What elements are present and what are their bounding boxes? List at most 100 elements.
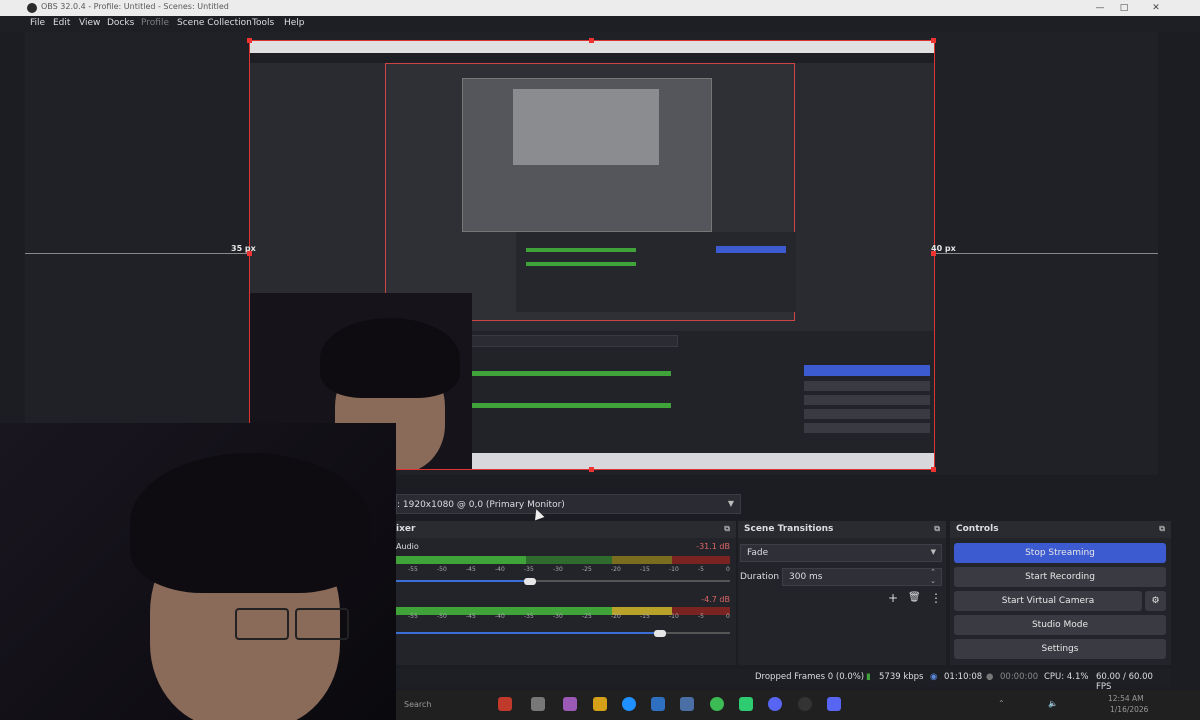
folder-icon[interactable] bbox=[593, 697, 607, 711]
resize-handle[interactable] bbox=[931, 38, 936, 43]
right-margin-label: 40 px bbox=[931, 244, 956, 253]
maximize-button[interactable]: □ bbox=[1110, 0, 1138, 16]
status-bar: Dropped Frames 0 (0.0%) ▮ 5739 kbps ◉ 01… bbox=[396, 669, 1171, 692]
menu-scene-collection[interactable]: Scene Collection bbox=[177, 18, 252, 28]
app-icon[interactable] bbox=[827, 697, 841, 711]
scene-transitions-dock: Scene Transitions ⧉ Fade ▼ Duration 300 … bbox=[738, 521, 946, 665]
tray-chevron-icon[interactable]: ⌃ bbox=[998, 699, 1005, 708]
spin-down-icon[interactable]: ⌄ bbox=[930, 577, 936, 585]
discord-icon[interactable] bbox=[768, 697, 782, 711]
stream-time: 01:10:08 bbox=[944, 672, 983, 682]
menu-help[interactable]: Help bbox=[284, 18, 305, 28]
resize-handle[interactable] bbox=[589, 38, 594, 43]
display-source-select[interactable]: : 1920x1080 @ 0,0 (Primary Monitor) ▼ bbox=[396, 494, 741, 514]
audio-mixer-title: ixer bbox=[396, 524, 416, 534]
scene-transitions-title: Scene Transitions bbox=[744, 524, 834, 534]
duration-spinbox[interactable]: 300 ms ⌃ ⌄ bbox=[782, 568, 942, 586]
title-bar: OBS 32.0.4 - Profile: Untitled - Scenes:… bbox=[0, 0, 1200, 16]
channel-db: -31.1 dB bbox=[696, 542, 730, 551]
nested-preview-deep bbox=[513, 89, 659, 165]
menu-edit[interactable]: Edit bbox=[53, 18, 70, 28]
volume-slider[interactable] bbox=[396, 580, 530, 582]
menu-profile[interactable]: Profile bbox=[141, 18, 169, 28]
left-margin-label: 35 px bbox=[231, 244, 256, 253]
edge-icon[interactable] bbox=[622, 697, 636, 711]
spin-up-icon[interactable]: ⌃ bbox=[930, 568, 936, 576]
resize-handle[interactable] bbox=[589, 467, 594, 472]
taskbar-search[interactable]: Search bbox=[404, 700, 431, 709]
stop-streaming-button[interactable]: Stop Streaming bbox=[954, 543, 1166, 563]
duration-label: Duration bbox=[740, 572, 780, 582]
fps: 60.00 / 60.00 FPS bbox=[1096, 672, 1153, 692]
undock-icon[interactable]: ⧉ bbox=[1159, 524, 1165, 534]
margin-line-right bbox=[936, 253, 1158, 254]
record-icon: ● bbox=[986, 672, 994, 682]
channel-name: Audio bbox=[396, 542, 419, 551]
controls-header: Controls ⧉ bbox=[950, 521, 1171, 538]
menu-tools[interactable]: Tools bbox=[252, 18, 274, 28]
webcam-overlay bbox=[0, 423, 396, 720]
transition-value: Fade bbox=[747, 548, 769, 558]
settings-button[interactable]: Settings bbox=[954, 639, 1166, 659]
volume-slider-knob[interactable] bbox=[654, 630, 666, 637]
duration-value: 300 ms bbox=[789, 572, 823, 582]
close-button[interactable]: ✕ bbox=[1142, 0, 1170, 16]
chrome-icon[interactable] bbox=[710, 697, 724, 711]
record-time: 00:00:00 bbox=[1000, 672, 1039, 682]
signal-bars-icon: ▮ bbox=[866, 672, 871, 682]
menu-bar: File Edit View Docks Profile Scene Colle… bbox=[0, 16, 1200, 32]
volume-slider-rest bbox=[660, 632, 730, 634]
start-virtual-camera-button[interactable]: Start Virtual Camera bbox=[954, 591, 1142, 611]
volume-slider-knob[interactable] bbox=[524, 578, 536, 585]
cpu-usage: CPU: 4.1% bbox=[1044, 672, 1089, 682]
window-title: OBS 32.0.4 - Profile: Untitled - Scenes:… bbox=[41, 2, 229, 11]
controls-dock: Controls ⧉ Stop Streaming Start Recordin… bbox=[950, 521, 1171, 665]
undock-icon[interactable]: ⧉ bbox=[934, 524, 940, 534]
controls-title: Controls bbox=[956, 524, 999, 534]
display-capture-source[interactable] bbox=[249, 40, 935, 470]
chevron-down-icon: ▼ bbox=[727, 499, 734, 508]
obs-logo-icon bbox=[27, 3, 37, 13]
obs-taskbar-icon[interactable] bbox=[798, 697, 812, 711]
app-icon[interactable] bbox=[531, 697, 545, 711]
resize-handle[interactable] bbox=[931, 467, 936, 472]
nested-docks bbox=[516, 232, 796, 312]
transition-select[interactable]: Fade ▼ bbox=[740, 544, 942, 562]
clock-date[interactable]: 1/16/2026 bbox=[1110, 705, 1148, 714]
bitrate: 5739 kbps bbox=[879, 672, 924, 682]
app-icon[interactable] bbox=[498, 697, 512, 711]
minecraft-icon[interactable] bbox=[739, 697, 753, 711]
undock-icon[interactable]: ⧉ bbox=[724, 524, 730, 534]
meter-scale: -55 -50 -45 -40 -35 -30 -25 -20 -15 -10 -5 0 bbox=[408, 613, 730, 620]
scene-transitions-header: Scene Transitions ⧉ bbox=[738, 521, 946, 538]
nested-preview-inner bbox=[462, 78, 712, 232]
menu-file[interactable]: File bbox=[30, 18, 45, 28]
stream-icon: ◉ bbox=[930, 672, 938, 682]
store-icon[interactable] bbox=[651, 697, 665, 711]
clock-time[interactable]: 12:54 AM bbox=[1108, 694, 1144, 703]
gear-icon[interactable]: ⚙ bbox=[1145, 591, 1166, 611]
chevron-down-icon: ▼ bbox=[930, 548, 936, 556]
menu-docks[interactable]: Docks bbox=[107, 18, 134, 28]
volume-slider[interactable] bbox=[396, 632, 660, 634]
channel-db: -4.7 dB bbox=[701, 595, 730, 604]
resize-handle[interactable] bbox=[247, 38, 252, 43]
start-recording-button[interactable]: Start Recording bbox=[954, 567, 1166, 587]
windows-taskbar: Search ⌃ 🔈 12:54 AM 1/16/2026 bbox=[396, 690, 1200, 720]
remove-transition-icon[interactable]: 🗑 bbox=[908, 592, 921, 603]
speaker-icon[interactable]: 🔈 bbox=[1048, 699, 1058, 708]
audio-mixer-dock: ixer ⧉ Audio -31.1 dB -55 -50 -45 -40 -35-… bbox=[396, 521, 736, 665]
app-icon[interactable] bbox=[563, 697, 577, 711]
menu-view[interactable]: View bbox=[79, 18, 100, 28]
nested-preview bbox=[385, 63, 796, 321]
studio-mode-button[interactable]: Studio Mode bbox=[954, 615, 1166, 635]
more-options-icon[interactable]: ⋮ bbox=[930, 591, 942, 605]
audio-mixer-header: ixer ⧉ bbox=[396, 521, 736, 538]
volume-slider-rest bbox=[530, 580, 730, 582]
dropped-frames: Dropped Frames 0 (0.0%) bbox=[755, 672, 865, 682]
nested-menubar bbox=[250, 53, 934, 63]
app-icon[interactable] bbox=[680, 697, 694, 711]
add-transition-icon[interactable]: + bbox=[888, 591, 898, 605]
meter-scale: -55 -50 -45 -40 -35 -30 -25 -20 -15 -10 -5 0 bbox=[408, 566, 730, 573]
margin-line-left bbox=[25, 253, 247, 254]
